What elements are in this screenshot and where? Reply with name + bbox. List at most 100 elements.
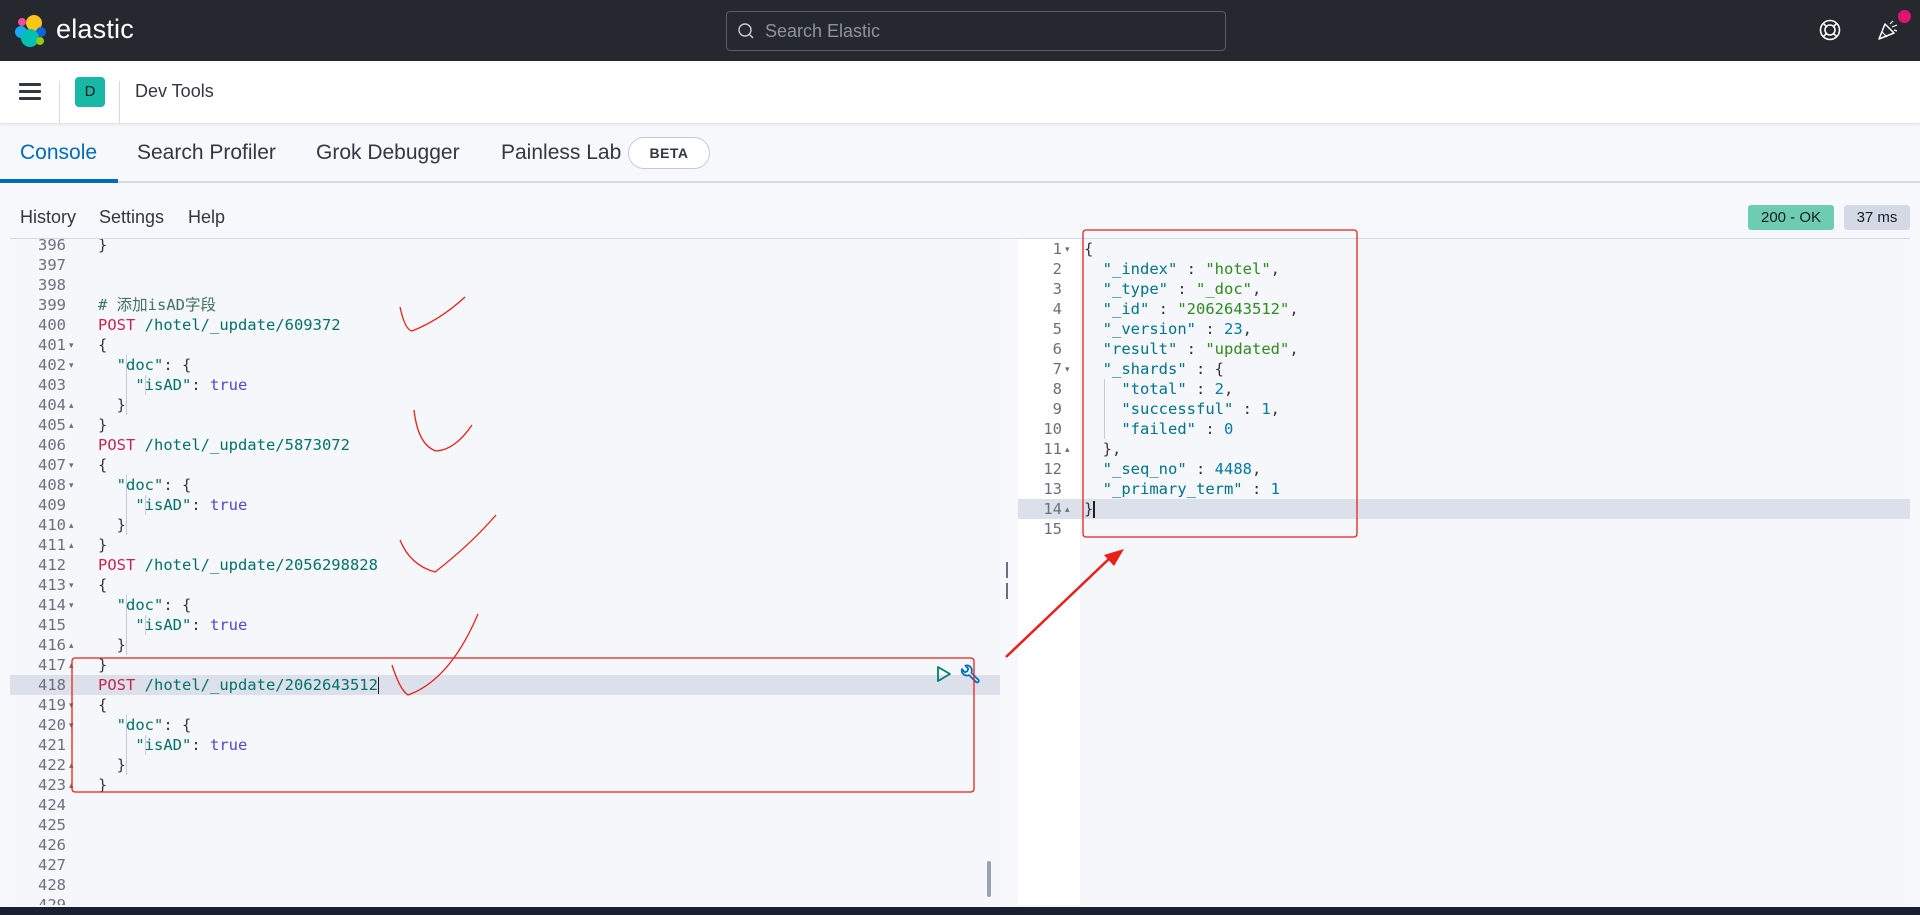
response-code[interactable]: { "_index" : "hotel", "_type" : "_doc", … (1080, 239, 1910, 905)
code-token: } (98, 636, 126, 654)
code-token: : { (163, 356, 192, 374)
response-gutter: 1 ▾ 2 3 4 5 6 7 ▾ 8 9 10 11 ▴ 12 13 14 ▴ 15 (1018, 239, 1080, 905)
code-line: "result" : "updated", (1084, 339, 1910, 359)
fold-collapse-icon[interactable]: ▾ (69, 355, 74, 375)
line-number: 424 (38, 796, 66, 814)
fold-collapse-icon[interactable]: ▾ (69, 575, 74, 595)
line-number: 425 (38, 816, 66, 834)
line-number: 408 (38, 476, 66, 494)
line-number: 3 (1052, 280, 1062, 298)
code-line: "doc": { (98, 475, 1000, 495)
line-number: 400 (38, 316, 66, 334)
code-token: , (1270, 400, 1280, 418)
line-number: 9 (1052, 400, 1062, 418)
code-token: , (1251, 460, 1262, 478)
fold-end-icon[interactable]: ▴ (1065, 439, 1070, 459)
fold-collapse-icon[interactable]: ▾ (1065, 239, 1070, 259)
code-token: : (1177, 340, 1206, 358)
code-token: , (1289, 300, 1299, 318)
line-number: 428 (38, 876, 66, 894)
code-line: { (98, 455, 1000, 475)
fold-collapse-icon[interactable]: ▾ (69, 695, 74, 715)
fold-collapse-icon[interactable]: ▾ (69, 715, 74, 735)
hamburger-menu-icon[interactable] (19, 83, 41, 101)
line-number: 5 (1052, 320, 1062, 338)
help-lifebuoy-icon[interactable] (1818, 18, 1842, 42)
fold-collapse-icon[interactable]: ▾ (1065, 359, 1070, 379)
global-search[interactable] (726, 11, 1226, 51)
history-link[interactable]: History (20, 207, 76, 228)
code-token: { (1084, 240, 1094, 258)
editor-scrollbar[interactable] (987, 861, 991, 897)
code-line: { (1084, 239, 1910, 259)
code-line: } (98, 415, 1000, 435)
line-number: 409 (38, 496, 66, 514)
code-token: : (1195, 320, 1224, 338)
code-token: "isAD" (98, 376, 192, 394)
fold-end-icon[interactable]: ▴ (1065, 499, 1070, 519)
code-token: "2062643512" (1177, 300, 1290, 318)
code-token: : (1168, 280, 1196, 298)
request-gutter: 397 398 399 400 401 ▾ 402 ▾ 403 404 ▴ 405 ▴ 406 407 ▾ 40… (10, 239, 82, 905)
code-token: : (1233, 400, 1262, 418)
elastic-logo-icon[interactable] (14, 14, 48, 48)
fold-end-icon[interactable]: ▴ (69, 775, 74, 795)
code-line: { (98, 335, 1000, 355)
line-number: 15 (1043, 520, 1062, 538)
line-number: 414 (38, 596, 66, 614)
settings-link[interactable]: Settings (99, 207, 164, 228)
code-token: "_seq_no" (1084, 460, 1187, 478)
code-line: "isAD": true (98, 735, 1000, 755)
beta-badge: BETA (628, 137, 710, 169)
fold-collapse-icon[interactable]: ▾ (69, 455, 74, 475)
fold-end-icon[interactable]: ▴ (69, 415, 74, 435)
code-token: "successful" (1084, 400, 1234, 418)
line-number: 403 (38, 376, 66, 394)
request-editor[interactable]: 397 398 399 400 401 ▾ 402 ▾ 403 404 ▴ 405 ▴ 406 407 ▾ 40… (10, 239, 1000, 905)
help-link[interactable]: Help (188, 207, 225, 228)
code-token: : (1186, 460, 1215, 478)
fold-collapse-icon[interactable]: ▾ (69, 475, 74, 495)
code-line: } (98, 239, 108, 254)
code-token: : (1186, 380, 1215, 398)
code-token: /hotel/_update/609372 (135, 316, 341, 334)
send-request-play-icon[interactable] (936, 665, 952, 683)
newsfeed-party-icon[interactable] (1876, 18, 1900, 42)
search-input[interactable] (765, 12, 1215, 50)
code-line: "failed" : 0 (1084, 419, 1910, 439)
code-line: POST /hotel/_update/2062643512 (98, 675, 1000, 695)
code-token: } (98, 516, 126, 534)
tab-console[interactable]: Console (20, 141, 97, 165)
fold-collapse-icon[interactable]: ▾ (69, 595, 74, 615)
line-number: 422 (38, 756, 66, 774)
fold-end-icon[interactable]: ▴ (69, 535, 74, 555)
resize-handle-icon[interactable] (1006, 562, 1012, 599)
fold-end-icon[interactable]: ▴ (69, 635, 74, 655)
code-token: 23 (1223, 320, 1243, 338)
code-token: "doc" (98, 596, 164, 614)
fold-end-icon[interactable]: ▴ (69, 395, 74, 415)
code-token: { (98, 696, 108, 714)
space-avatar[interactable]: D (75, 77, 105, 107)
code-token: 1 (1270, 480, 1280, 498)
request-actions-wrench-icon[interactable] (958, 664, 980, 686)
code-token: true (210, 616, 248, 634)
tab-search-profiler[interactable]: Search Profiler (137, 141, 276, 165)
fold-end-icon[interactable]: ▴ (69, 755, 74, 775)
tab-grok-debugger[interactable]: Grok Debugger (316, 141, 460, 165)
tab-painless-lab[interactable]: Painless Lab (501, 141, 621, 165)
divider (59, 81, 60, 123)
code-token: , (1270, 260, 1280, 278)
code-token: { (98, 336, 108, 354)
fold-end-icon[interactable]: ▴ (69, 515, 74, 535)
code-token: "doc" (98, 716, 164, 734)
fold-collapse-icon[interactable]: ▾ (69, 335, 74, 355)
text-cursor (377, 677, 380, 694)
code-token: /hotel/_update/2062643512 (135, 676, 378, 694)
fold-end-icon[interactable]: ▴ (69, 655, 74, 675)
code-line: "_shards" : { (1084, 359, 1910, 379)
line-number: 8 (1052, 380, 1062, 398)
request-code[interactable]: # 添加isAD字段 POST /hotel/_update/609372{ "d… (82, 239, 1000, 905)
